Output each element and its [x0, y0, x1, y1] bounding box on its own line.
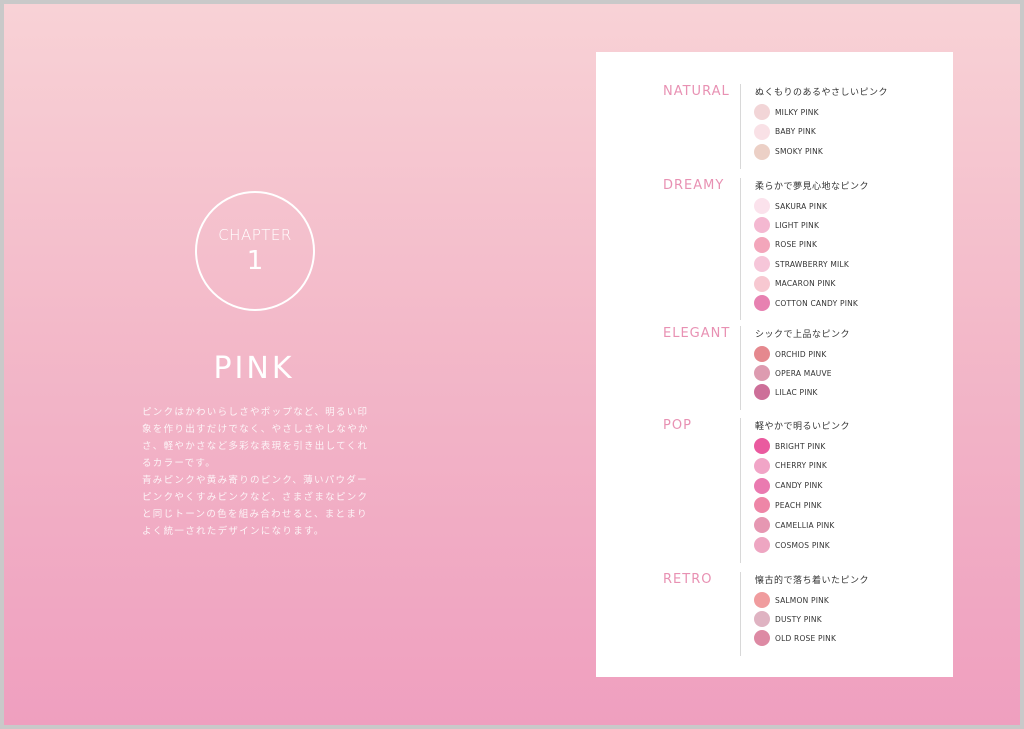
swatch-color-dot [754, 198, 770, 214]
color-swatch: DUSTY PINK [754, 610, 822, 628]
swatch-color-dot [754, 592, 770, 608]
swatch-label: OLD ROSE PINK [775, 633, 837, 643]
body-line: 象を作り出すだけでなく、やさしさやしなやか [142, 424, 369, 435]
page-spread: CHAPTER 1 PINK ピンクはかわいらしさやポップなど、明るい印 象を作… [4, 4, 1020, 725]
swatch-label: DUSTY PINK [775, 614, 822, 624]
swatch-color-dot [754, 236, 770, 253]
swatch-label: PEACH PINK [775, 500, 822, 510]
color-swatch: OLD ROSE PINK [754, 629, 836, 647]
group-name: DREAMY [663, 178, 725, 193]
page-title: PINK [213, 351, 295, 386]
color-swatch: COTTON CANDY PINK [754, 294, 858, 312]
color-swatch: ROSE PINK [754, 236, 817, 254]
swatch-label: SALMON PINK [775, 595, 830, 605]
group-description: シックで上品なピンク [755, 330, 851, 340]
group-divider [740, 326, 741, 410]
swatch-color-dot [754, 384, 770, 401]
swatch-label: LILAC PINK [775, 387, 818, 397]
swatch-label: COTTON CANDY PINK [775, 298, 859, 308]
group-description: ぬくもりのあるやさしいピンク [755, 88, 889, 98]
swatch-label: MACARON PINK [775, 279, 836, 289]
body-line: 青みピンクや黄み寄りのピンク、薄いパウダー [142, 475, 368, 486]
color-palette-panel: NATURAL ぬくもりのあるやさしいピンク MILKY PINK BABY PINK… [596, 52, 953, 677]
color-swatch: LIGHT PINK [754, 216, 819, 234]
swatch-label: OPERA MAUVE [775, 368, 832, 378]
swatch-color-dot [754, 497, 770, 514]
swatch-label: CAMELLIA PINK [775, 520, 835, 530]
swatch-label: CANDY PINK [775, 481, 823, 491]
swatch-color-dot [754, 346, 770, 362]
swatch-label: BRIGHT PINK [775, 441, 826, 451]
color-swatch: CAMELLIA PINK [754, 516, 835, 534]
color-swatch: SALMON PINK [754, 591, 829, 609]
color-swatch: BABY PINK [754, 123, 816, 141]
swatch-color-dot [754, 630, 770, 647]
group-name: POP [663, 418, 692, 433]
group-divider [740, 178, 741, 321]
swatch-color-dot [754, 477, 770, 494]
swatch-color-dot [754, 611, 770, 628]
group-divider [740, 418, 741, 563]
color-swatch: CHERRY PINK [754, 457, 827, 475]
body-line: さ、軽やかさなど多彩な表現を引き出してくれ [142, 441, 369, 452]
group-name: ELEGANT [663, 326, 731, 341]
swatch-color-dot [754, 517, 770, 534]
swatch-color-dot [754, 104, 770, 120]
chapter-number: 1 [246, 246, 264, 276]
swatch-label: COSMOS PINK [775, 540, 830, 550]
body-line: るカラーです。 [142, 458, 217, 469]
color-swatch: LILAC PINK [754, 383, 818, 401]
body-text: ピンクはかわいらしさやポップなど、明るい印 象を作り出すだけでなく、やさしさやし… [142, 404, 374, 540]
swatch-color-dot [754, 365, 770, 382]
body-line: ピンクやくすみピンクなど、さまざまなピンク [142, 492, 369, 503]
swatch-color-dot [754, 438, 770, 454]
swatch-color-dot [754, 295, 770, 311]
group-description: 柔らかで夢見心地なピンク [755, 182, 870, 192]
color-swatch: COSMOS PINK [754, 536, 830, 554]
swatch-label: MILKY PINK [775, 107, 819, 117]
color-swatch: STRAWBERRY MILK [754, 255, 849, 273]
body-line: と同じトーンの色を組み合わせると、まとまり [142, 509, 368, 520]
color-swatch: PEACH PINK [754, 496, 822, 514]
swatch-color-dot [754, 217, 770, 234]
group-description: 軽やかで明るいピンク [755, 422, 851, 432]
group-description: 懐古的で落ち着いたピンク [755, 576, 870, 586]
color-swatch: BRIGHT PINK [754, 437, 825, 455]
body-line: よく統一されたデザインになります。 [142, 526, 325, 537]
swatch-label: ORCHID PINK [775, 349, 827, 359]
chapter-badge: CHAPTER 1 [195, 191, 315, 311]
swatch-color-dot [754, 537, 770, 553]
color-swatch: OPERA MAUVE [754, 364, 832, 382]
swatch-color-dot [754, 143, 770, 160]
swatch-label: SAKURA PINK [775, 201, 828, 211]
swatch-label: ROSE PINK [775, 240, 818, 250]
swatch-color-dot [754, 256, 770, 273]
swatch-color-dot [754, 123, 770, 140]
color-swatch: ORCHID PINK [754, 345, 826, 363]
color-swatch: CANDY PINK [754, 477, 823, 495]
color-swatch: MACARON PINK [754, 275, 836, 293]
group-divider [740, 84, 741, 170]
color-swatch: SAKURA PINK [754, 197, 827, 215]
color-swatch: SMOKY PINK [754, 143, 823, 161]
chapter-label: CHAPTER [218, 226, 292, 244]
body-line: ピンクはかわいらしさやポップなど、明るい印 [142, 407, 369, 418]
group-name: NATURAL [663, 84, 730, 99]
swatch-color-dot [754, 275, 770, 292]
group-name: RETRO [663, 572, 713, 587]
group-divider [740, 572, 741, 656]
swatch-label: CHERRY PINK [775, 461, 827, 471]
swatch-label: STRAWBERRY MILK [775, 259, 849, 269]
swatch-label: BABY PINK [775, 127, 817, 137]
swatch-label: LIGHT PINK [775, 220, 820, 230]
swatch-color-dot [754, 457, 770, 474]
swatch-label: SMOKY PINK [775, 147, 824, 157]
color-swatch: MILKY PINK [754, 103, 819, 121]
